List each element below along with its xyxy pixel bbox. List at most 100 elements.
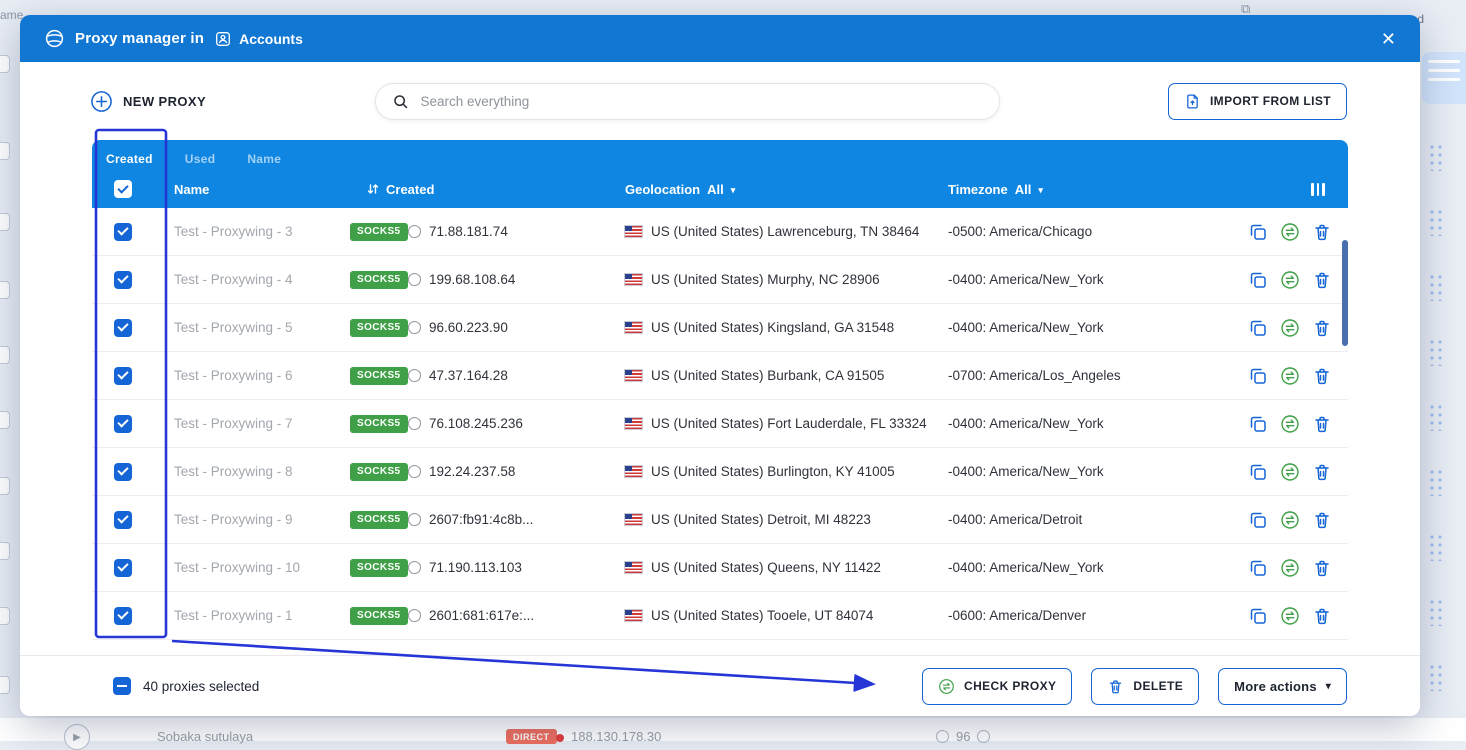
- delete-icon[interactable]: [1312, 558, 1332, 578]
- check-proxy-icon[interactable]: [1280, 366, 1300, 386]
- check-proxy-icon: [938, 678, 955, 695]
- bg-checkbox-fragment: [0, 607, 10, 625]
- column-timezone-label: Timezone: [948, 182, 1008, 197]
- accounts-icon: [214, 30, 232, 48]
- delete-icon[interactable]: [1312, 510, 1332, 530]
- check-proxy-icon[interactable]: [1280, 606, 1300, 626]
- delete-button[interactable]: DELETE: [1091, 668, 1199, 705]
- row-checkbox[interactable]: [114, 319, 132, 337]
- delete-icon[interactable]: [1312, 318, 1332, 338]
- select-all-checkbox[interactable]: [114, 180, 132, 198]
- column-name[interactable]: Name: [154, 182, 348, 197]
- check-proxy-icon[interactable]: [1280, 558, 1300, 578]
- copy-icon[interactable]: [1248, 318, 1268, 338]
- proxy-status-icon: [408, 609, 421, 622]
- delete-icon[interactable]: [1312, 270, 1332, 290]
- selection-count-label: 40 proxies selected: [143, 679, 259, 694]
- copy-icon[interactable]: [1248, 366, 1268, 386]
- columns-settings-icon[interactable]: [1288, 183, 1348, 196]
- proxy-timezone: -0500: America/Chicago: [948, 224, 1092, 239]
- proxy-ip: 76.108.245.236: [429, 416, 523, 431]
- bg-dots-decoration: [1428, 143, 1444, 171]
- tab-created[interactable]: Created: [106, 152, 153, 166]
- geolocation-filter[interactable]: All: [707, 182, 724, 197]
- proxy-status-icon: [408, 465, 421, 478]
- us-flag-icon: [625, 322, 642, 333]
- more-actions-label: More actions: [1234, 679, 1317, 694]
- bg-checkbox-fragment: [0, 477, 10, 495]
- row-checkbox[interactable]: [114, 463, 132, 481]
- us-flag-icon: [625, 514, 642, 525]
- proxy-ip: 71.190.113.103: [429, 560, 522, 575]
- check-proxy-icon[interactable]: [1280, 414, 1300, 434]
- table-header: Created Used Name Name Created Geolocati…: [92, 140, 1348, 208]
- copy-icon[interactable]: [1248, 414, 1268, 434]
- more-actions-button[interactable]: More actions ▾: [1218, 668, 1347, 705]
- table-row: Test - Proxywing - 1 SOCKS5 2601:681:617…: [92, 592, 1348, 640]
- proxy-geolocation: US (United States) Tooele, UT 84074: [651, 608, 873, 623]
- bg-dots-decoration: [1428, 598, 1444, 626]
- row-checkbox[interactable]: [114, 607, 132, 625]
- row-checkbox[interactable]: [114, 559, 132, 577]
- bg-checkbox-fragment: [0, 346, 10, 364]
- copy-icon[interactable]: [1248, 462, 1268, 482]
- proxy-table: Created Used Name Name Created Geolocati…: [92, 140, 1348, 640]
- bg-dots-decoration: [1428, 208, 1444, 236]
- column-created-label: Created: [386, 182, 434, 197]
- bg-profile-row: ▶ Sobaka sutulaya DIRECT 188.130.178.30 …: [0, 722, 1466, 741]
- search-input[interactable]: [421, 94, 983, 109]
- row-checkbox[interactable]: [114, 223, 132, 241]
- bg-count-group: 96: [936, 729, 990, 744]
- row-checkbox[interactable]: [114, 271, 132, 289]
- column-geolocation[interactable]: Geolocation All ▾: [625, 182, 948, 197]
- modal-footer: 40 proxies selected CHECK PROXY DELETE: [20, 655, 1420, 716]
- proxy-name: Test - Proxywing - 1: [174, 608, 293, 623]
- proxy-ip: 2607:fb91:4c8b...: [429, 512, 533, 527]
- column-timezone[interactable]: Timezone All ▾: [948, 182, 1288, 197]
- bg-profile-name: Sobaka sutulaya: [157, 729, 253, 744]
- copy-icon[interactable]: [1248, 270, 1268, 290]
- selection-checkbox[interactable]: [113, 677, 131, 695]
- bg-checkbox-fragment: [0, 542, 10, 560]
- bg-checkbox-fragment: [0, 142, 10, 160]
- check-proxy-icon[interactable]: [1280, 462, 1300, 482]
- column-created[interactable]: Created: [348, 182, 625, 197]
- copy-icon[interactable]: [1248, 558, 1268, 578]
- us-flag-icon: [625, 226, 642, 237]
- proxy-timezone: -0400: America/New_York: [948, 416, 1104, 431]
- table-scrollbar[interactable]: [1342, 240, 1348, 346]
- timezone-filter[interactable]: All: [1015, 182, 1032, 197]
- import-icon: [1184, 93, 1201, 110]
- import-from-list-button[interactable]: IMPORT FROM LIST: [1168, 83, 1347, 120]
- check-proxy-icon[interactable]: [1280, 222, 1300, 242]
- proxy-rows: Test - Proxywing - 3 SOCKS5 71.88.181.74…: [92, 208, 1348, 640]
- copy-icon[interactable]: [1248, 510, 1268, 530]
- tab-name[interactable]: Name: [247, 152, 281, 166]
- tab-used[interactable]: Used: [185, 152, 216, 166]
- copy-icon[interactable]: [1248, 222, 1268, 242]
- proxy-status-icon: [408, 273, 421, 286]
- check-proxy-button[interactable]: CHECK PROXY: [922, 668, 1072, 705]
- check-proxy-icon[interactable]: [1280, 270, 1300, 290]
- table-row: Test - Proxywing - 7 SOCKS5 76.108.245.2…: [92, 400, 1348, 448]
- delete-icon[interactable]: [1312, 462, 1332, 482]
- delete-icon[interactable]: [1312, 222, 1332, 242]
- row-checkbox[interactable]: [114, 415, 132, 433]
- check-proxy-icon[interactable]: [1280, 318, 1300, 338]
- delete-icon[interactable]: [1312, 606, 1332, 626]
- proxy-status-icon: [408, 225, 421, 238]
- row-checkbox[interactable]: [114, 367, 132, 385]
- modal-title: Proxy manager in: [75, 30, 204, 47]
- check-proxy-icon[interactable]: [1280, 510, 1300, 530]
- delete-icon[interactable]: [1312, 366, 1332, 386]
- delete-icon[interactable]: [1312, 414, 1332, 434]
- close-icon[interactable]: ✕: [1381, 30, 1396, 48]
- column-geolocation-label: Geolocation: [625, 182, 700, 197]
- row-checkbox[interactable]: [114, 511, 132, 529]
- play-icon: ▶: [64, 724, 90, 750]
- new-proxy-button[interactable]: NEW PROXY: [90, 90, 206, 113]
- chevron-down-icon: ▾: [1326, 681, 1331, 692]
- proxy-name: Test - Proxywing - 9: [174, 512, 293, 527]
- table-column-headers: Name Created Geolocation All ▾ Timezone: [92, 170, 1348, 208]
- copy-icon[interactable]: [1248, 606, 1268, 626]
